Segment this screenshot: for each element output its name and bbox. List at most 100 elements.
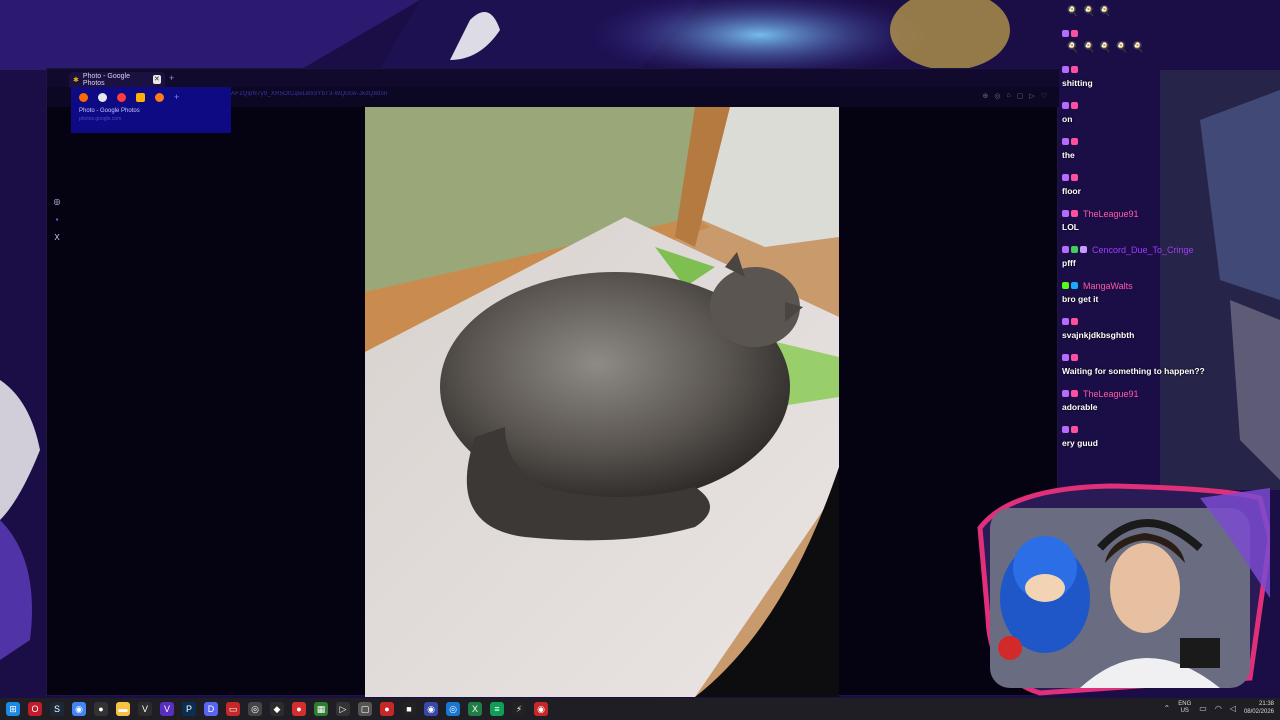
obs-icon[interactable]: ● [94, 702, 108, 716]
pin-icon[interactable]: ⌂ [1006, 92, 1010, 100]
chat-username[interactable]: TheLeague91 [1083, 389, 1139, 399]
app-icon[interactable]: ● [380, 702, 394, 716]
chat-text: ery guud [1062, 438, 1098, 448]
app-icon[interactable]: ◎ [248, 702, 262, 716]
chat-message: Waiting for something to happen?? [1062, 352, 1272, 376]
emote-icon: 🍳 [1098, 6, 1112, 17]
emote-icon: 🍳 [1115, 42, 1128, 53]
app-icon[interactable]: ▷ [336, 702, 350, 716]
bookmarks-popup: + Photo - Google Photos photos.google.co… [71, 87, 231, 133]
emote-icon: 🍳 [1066, 42, 1079, 53]
browser-sidebar: ◎ ▪ X [53, 197, 61, 242]
twitch-icon[interactable]: ▪ [53, 215, 61, 224]
chat-text: Waiting for something to happen?? [1062, 366, 1205, 376]
language-indicator[interactable]: ENG US [1178, 701, 1191, 715]
x-icon[interactable]: X [53, 233, 61, 242]
heart-badge-icon [1071, 354, 1078, 361]
emote-row: 🍳 🍳 🍳 🍳 🍳 [1066, 42, 1144, 53]
bookmark-title[interactable]: Photo - Google Photos [79, 108, 223, 114]
excel-icon[interactable]: X [468, 702, 482, 716]
new-tab-button[interactable]: + [169, 73, 174, 83]
square-icon[interactable]: ▢ [1017, 92, 1024, 100]
start-icon[interactable]: ⊞ [6, 702, 20, 716]
clock-time: 21:38 [1258, 701, 1274, 707]
tab-title: Photo - Google Photos [82, 72, 130, 87]
heart-badge-icon [1071, 174, 1078, 181]
app-icon[interactable]: ▢ [358, 702, 372, 716]
steam-icon[interactable]: S [50, 702, 64, 716]
add-bookmark-icon[interactable]: + [174, 93, 183, 102]
address-bar[interactable]: AF1QipN7y9_XR5OtCqwLB93YbT3-WQ0cw-JkdQ8d… [231, 91, 791, 103]
toolbar-icons: ⊕ ◎ ⌂ ▢ ▷ ♡ [982, 92, 1047, 100]
chat-message: svajnkjdkbsghbth [1062, 316, 1272, 340]
emote-icon: 🍳 [1131, 42, 1145, 53]
mail-icon[interactable] [136, 93, 145, 102]
chat-message: Cencord_Due_To_Cringe pfff [1062, 244, 1272, 268]
folder-icon[interactable]: ▬ [116, 702, 130, 716]
warning-icon[interactable] [155, 93, 164, 102]
vs-icon[interactable]: V [160, 702, 174, 716]
badge-icon [1062, 210, 1069, 217]
volume-icon[interactable]: ◁ [1230, 704, 1236, 713]
app-icon[interactable]: ■ [402, 702, 416, 716]
skull-icon[interactable] [98, 93, 107, 102]
chat-username[interactable]: MangaWalts [1083, 281, 1133, 291]
emote-icon: 🍳 [1082, 42, 1095, 53]
system-tray: ⌃ ENG US ▭ ◠ ◁ 21:38 08/02/2026 [1164, 700, 1274, 716]
badge-icon [1062, 354, 1069, 361]
terminal-icon[interactable]: V [138, 702, 152, 716]
tab-google-photos[interactable]: ✱ Photo - Google Photos ✕ [69, 72, 165, 87]
app-icon[interactable]: ▭ [226, 702, 240, 716]
play-icon[interactable]: ▷ [1029, 92, 1034, 100]
chat-message: MangaWalts bro get it [1062, 280, 1272, 304]
chat-message: floor [1062, 172, 1272, 196]
heart-badge-icon [1071, 210, 1078, 217]
chat-text: svajnkjdkbsghbth [1062, 330, 1135, 340]
heart-badge-icon [1071, 318, 1078, 325]
chrome-icon[interactable]: ◉ [72, 702, 86, 716]
fire-icon[interactable] [79, 93, 88, 102]
discord-icon[interactable]: D [204, 702, 218, 716]
circle-icon[interactable] [117, 93, 126, 102]
chat-text: on [1062, 114, 1073, 124]
chat-message: ery guud [1062, 424, 1272, 448]
close-tab-icon[interactable]: ✕ [152, 75, 161, 84]
k-badge-icon [1062, 282, 1069, 289]
app-icon[interactable]: ◎ [446, 702, 460, 716]
heart-icon[interactable]: ♡ [1041, 92, 1047, 100]
bookmark-url: photos.google.com [79, 116, 122, 122]
settings-icon[interactable]: ◎ [53, 197, 61, 206]
emote-icon: 🍳 [1066, 6, 1079, 17]
notepad-icon[interactable]: ≡ [490, 702, 504, 716]
chat-username[interactable]: Cencord_Due_To_Cringe [1092, 245, 1194, 255]
bookmark-icons: + [79, 93, 223, 102]
chevron-up-icon[interactable]: ⌃ [1164, 704, 1171, 713]
heart-badge-icon [1071, 66, 1078, 73]
badge-icon [1062, 138, 1069, 145]
shield-icon[interactable]: ◎ [994, 92, 1000, 100]
app-icon[interactable]: ⚡ [512, 702, 526, 716]
emote-icon: 🍳 [1098, 42, 1112, 53]
opera-icon[interactable]: O [28, 702, 42, 716]
app-icon[interactable]: ◉ [424, 702, 438, 716]
chat-username[interactable]: TheLeague91 [1083, 209, 1139, 219]
emote-row: 🍳 🍳 🍳 [1066, 6, 1111, 17]
tab-strip: ✱ Photo - Google Photos ✕ + [47, 69, 1059, 87]
zoom-icon[interactable]: ⊕ [982, 92, 988, 100]
app-icon[interactable]: ◆ [270, 702, 284, 716]
app-icon[interactable]: ● [292, 702, 306, 716]
heart-badge-icon [1071, 30, 1078, 37]
chat-message: the [1062, 136, 1272, 160]
battery-icon[interactable]: ▭ [1199, 704, 1207, 713]
photoshop-icon[interactable]: P [182, 702, 196, 716]
taskbar-apps: ⊞ O S ◉ ● ▬ V V P D ▭ ◎ ◆ ● ▦ ▷ ▢ ● ■ ◉ … [6, 702, 548, 716]
heart-badge-icon [1071, 138, 1078, 145]
taskbar: ⊞ O S ◉ ● ▬ V V P D ▭ ◎ ◆ ● ▦ ▷ ▢ ● ■ ◉ … [0, 698, 1280, 720]
app-icon[interactable]: ◉ [534, 702, 548, 716]
clock[interactable]: 21:38 08/02/2026 [1244, 700, 1274, 716]
heart-badge-icon [1071, 102, 1078, 109]
chat-message: shitting [1062, 64, 1272, 88]
app-icon[interactable]: ▦ [314, 702, 328, 716]
wifi-icon[interactable]: ◠ [1215, 704, 1222, 713]
chat-message [1062, 28, 1272, 39]
